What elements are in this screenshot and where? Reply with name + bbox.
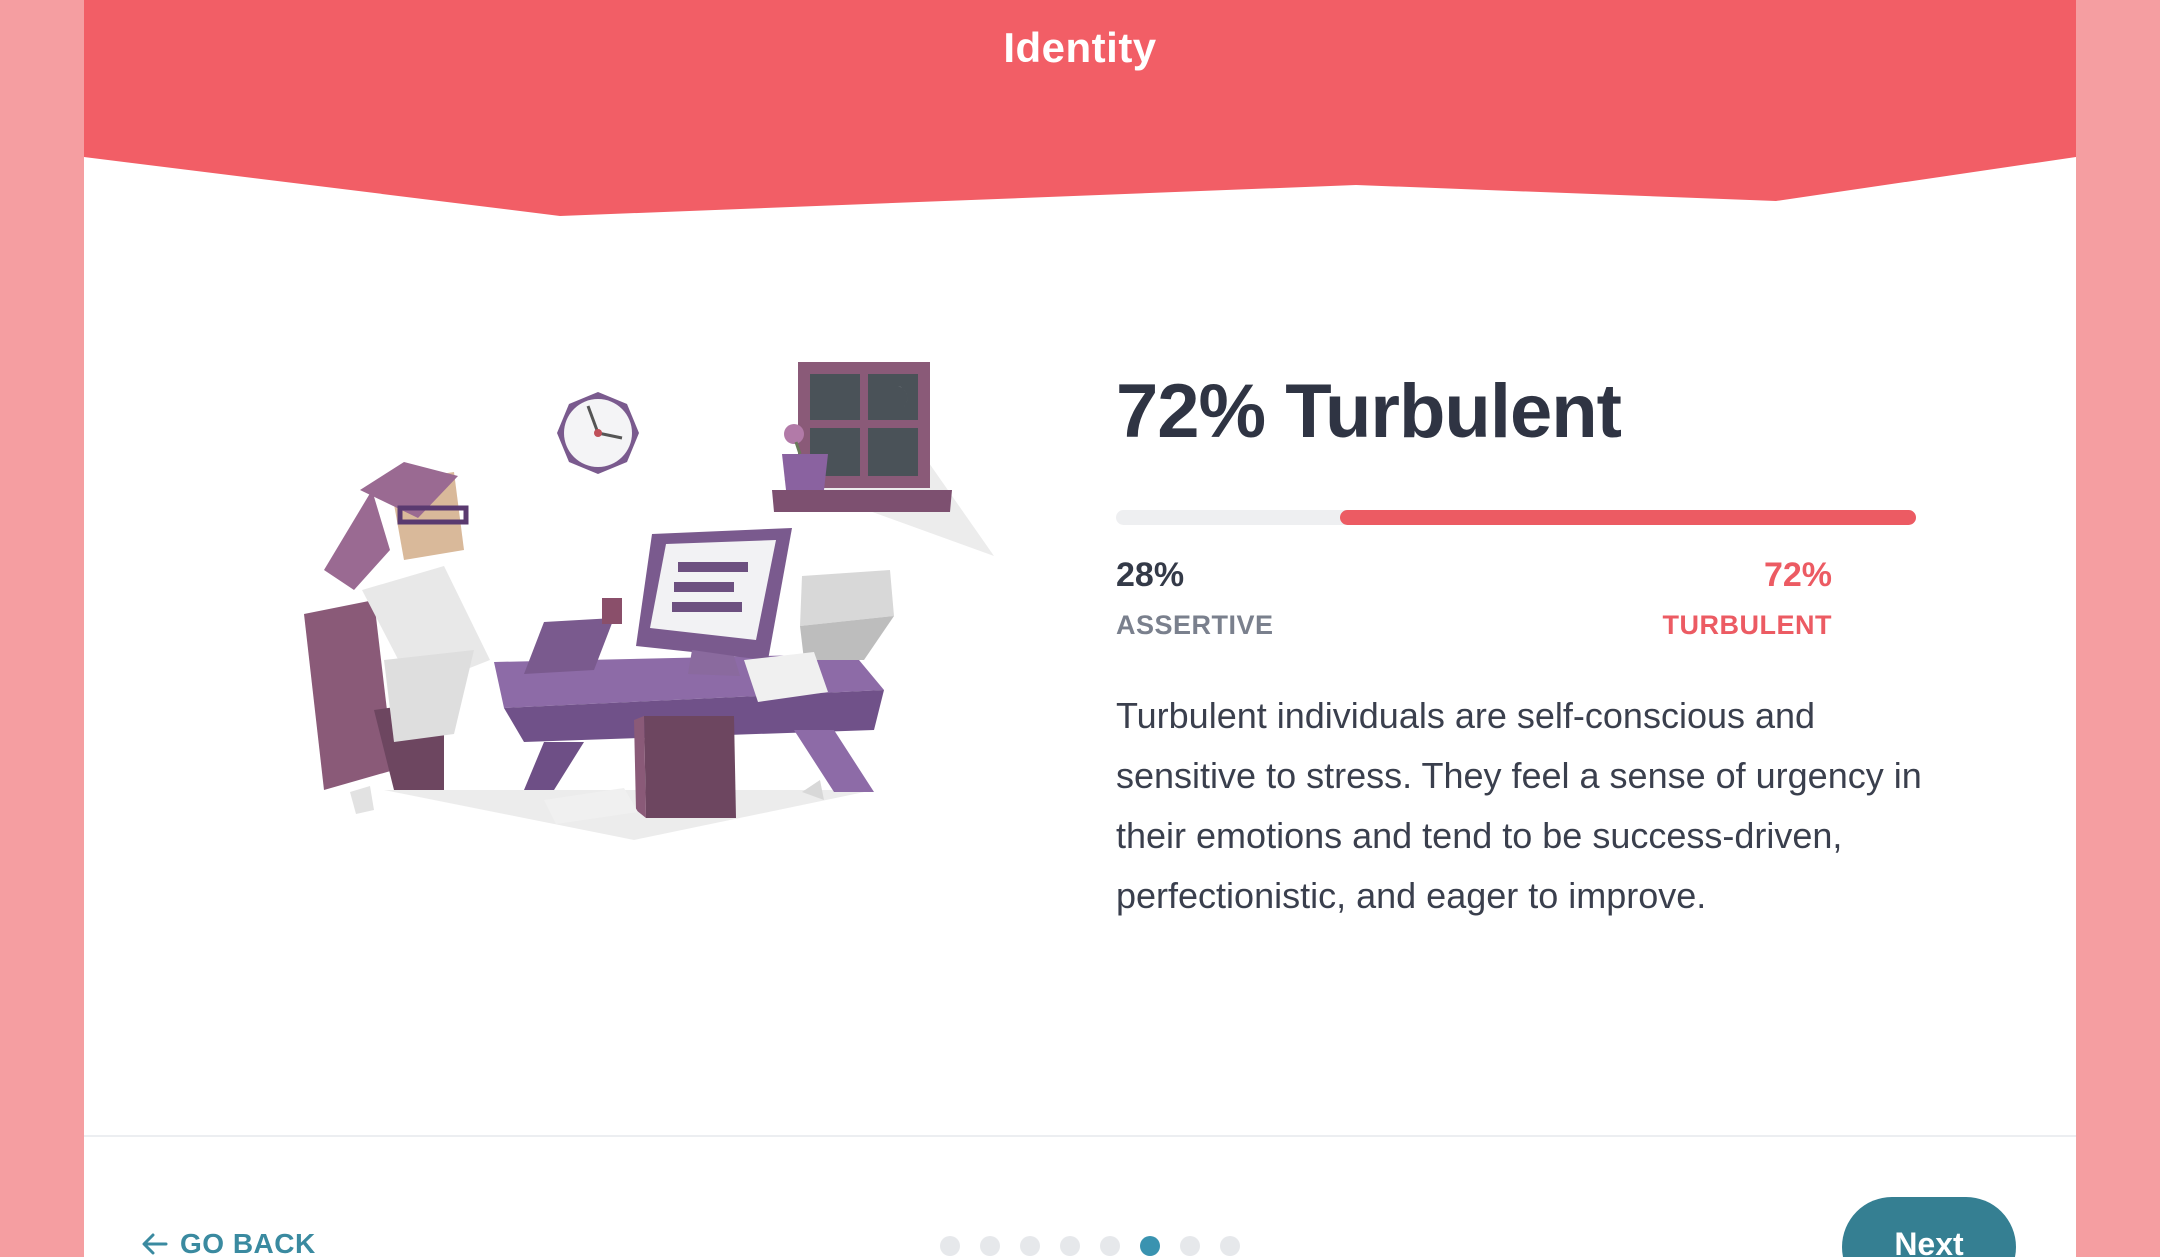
result-heading: 72% Turbulent bbox=[1116, 369, 1622, 454]
progress-dot bbox=[1180, 1236, 1200, 1256]
go-back-label: GO BACK bbox=[180, 1228, 316, 1257]
go-back-button[interactable]: GO BACK bbox=[142, 1228, 316, 1257]
progress-dot bbox=[980, 1236, 1000, 1256]
progress-dots bbox=[940, 1236, 1240, 1256]
stressed-person-illustration bbox=[294, 330, 1024, 890]
progress-dot bbox=[1060, 1236, 1080, 1256]
header-banner: Identity bbox=[84, 0, 2076, 220]
progress-dot bbox=[940, 1236, 960, 1256]
progress-dot bbox=[1020, 1236, 1040, 1256]
turbulent-percent: 72% bbox=[1763, 556, 1832, 594]
quiz-card: Identity 72% Turbulent 28% 72% ASSERTIVE… bbox=[84, 0, 2076, 1257]
trait-progress-bar bbox=[1116, 510, 1916, 525]
assertive-label: ASSERTIVE bbox=[1116, 610, 1274, 640]
result-description: Turbulent individuals are self-conscious… bbox=[1116, 695, 1922, 916]
arrow-left-icon bbox=[142, 1233, 168, 1255]
assertive-percent: 28% bbox=[1116, 556, 1185, 594]
footer-divider bbox=[84, 1135, 2076, 1137]
progress-dot bbox=[1220, 1236, 1240, 1256]
next-button[interactable]: Next bbox=[1842, 1197, 2016, 1257]
clock-icon bbox=[557, 392, 639, 474]
progress-dot bbox=[1100, 1236, 1120, 1256]
progress-dot-active bbox=[1140, 1236, 1160, 1256]
turbulent-label: TURBULENT bbox=[1662, 610, 1832, 640]
section-title: Identity bbox=[1003, 24, 1157, 71]
turbulent-bar-fill bbox=[1340, 510, 1916, 525]
